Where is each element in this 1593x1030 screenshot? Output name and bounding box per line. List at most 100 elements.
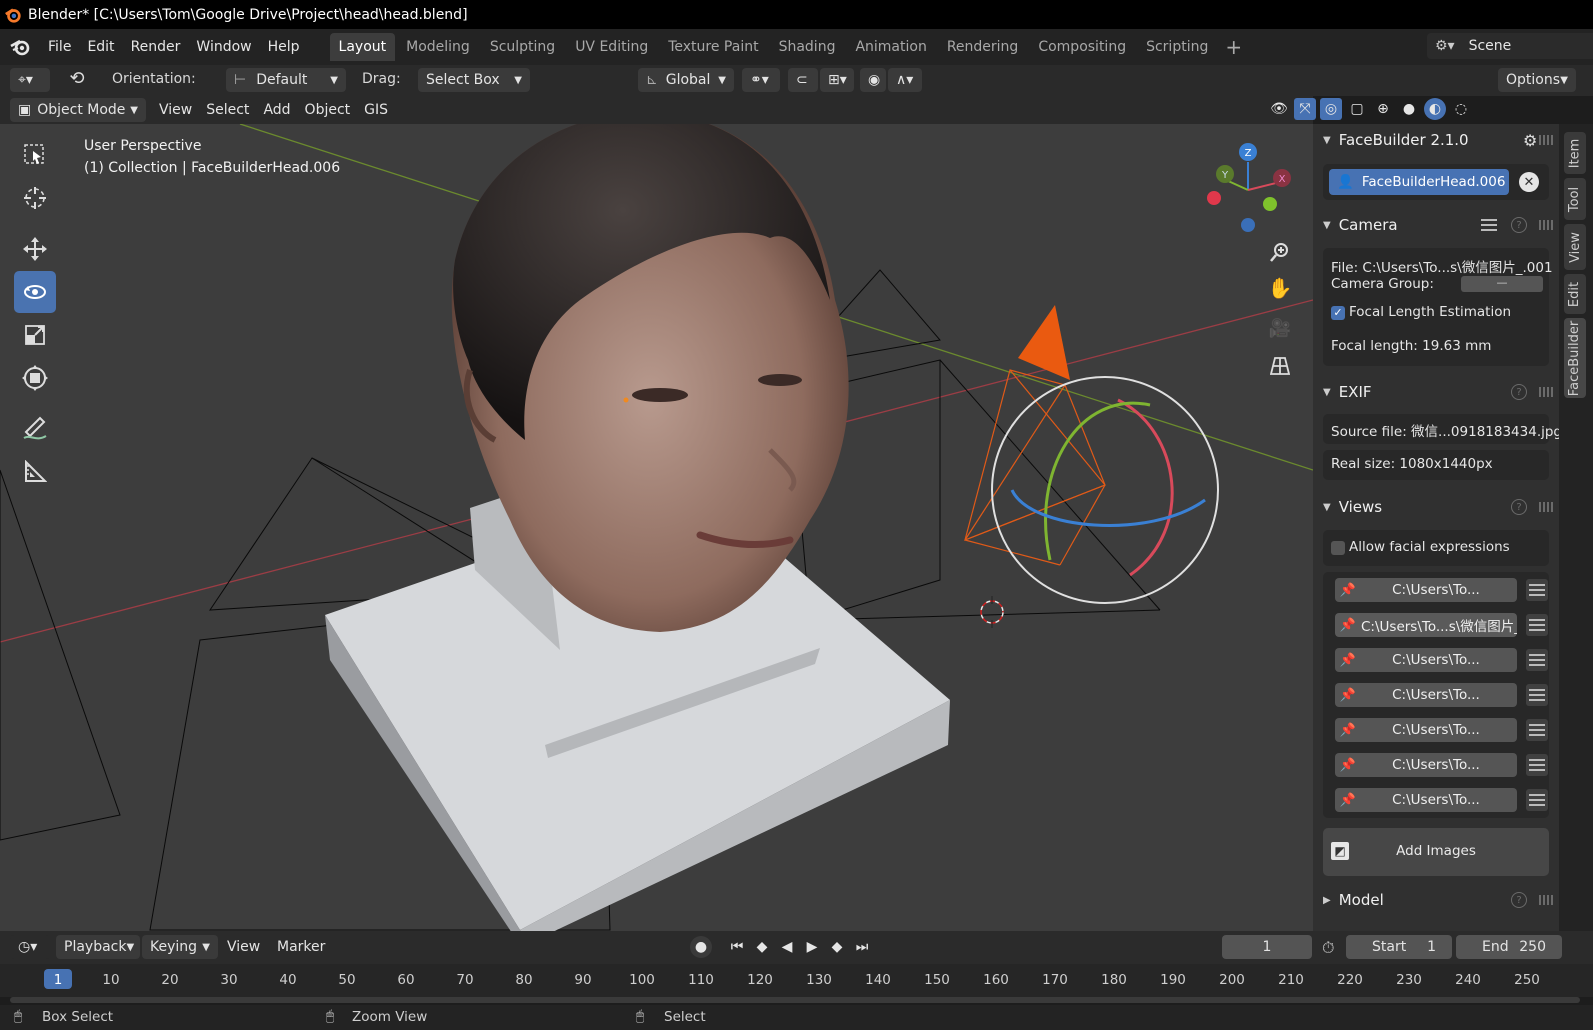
menu-select[interactable]: Select xyxy=(199,98,256,122)
camera-group-field[interactable]: — xyxy=(1461,276,1543,292)
stopwatch-icon[interactable]: ⏱ xyxy=(1322,938,1334,958)
focal-length-field[interactable]: Focal length: 19.63 mm xyxy=(1331,338,1491,354)
play-reverse-icon[interactable]: ◀ xyxy=(776,936,798,958)
menu-file[interactable]: File xyxy=(40,39,79,55)
view-menu-icon[interactable] xyxy=(1526,789,1548,811)
playback-menu[interactable]: Playback ▼ xyxy=(56,935,140,959)
tab-edit[interactable]: Edit xyxy=(1564,274,1586,314)
keying-menu[interactable]: Keying ▼ xyxy=(142,935,218,959)
drag-handle-icon[interactable] xyxy=(1539,220,1553,230)
perspective-grid-icon[interactable] xyxy=(1266,352,1294,380)
help-icon[interactable]: ? xyxy=(1511,217,1527,233)
3d-viewport[interactable]: Z Y X User Perspective (1) Collection | … xyxy=(0,124,1313,931)
menu-window[interactable]: Window xyxy=(188,39,259,55)
allow-expressions-checkbox[interactable] xyxy=(1331,541,1345,555)
tab-item[interactable]: Item xyxy=(1564,132,1586,174)
cursor-tool-icon[interactable] xyxy=(14,177,56,219)
view-menu-icon[interactable] xyxy=(1526,614,1548,636)
camera-view-icon[interactable]: 🎥 xyxy=(1266,314,1294,342)
tab-rendering[interactable]: Rendering xyxy=(938,33,1028,61)
next-keyframe-icon[interactable]: ◆ xyxy=(826,936,848,958)
snap-target-icon[interactable]: ⊞▾ xyxy=(820,68,854,92)
transform-tool-icon[interactable] xyxy=(14,357,56,399)
timeline-scrollbar[interactable] xyxy=(10,997,1580,1003)
tab-animation[interactable]: Animation xyxy=(846,33,935,61)
material-shading-icon[interactable]: ◐ xyxy=(1424,98,1446,120)
add-workspace-icon[interactable]: + xyxy=(1225,35,1242,59)
exif-panel-header[interactable]: ▼ EXIF ? xyxy=(1313,377,1559,407)
timeline-marker-menu[interactable]: Marker xyxy=(270,935,332,959)
drag-handle-icon[interactable] xyxy=(1539,135,1553,145)
options-dropdown[interactable]: Options ▼ xyxy=(1498,68,1576,92)
view-item[interactable]: 📌 C:\Users\To... xyxy=(1335,683,1517,707)
scale-tool-icon[interactable] xyxy=(14,314,56,356)
wireframe-shading-icon[interactable]: ⊕ xyxy=(1372,98,1394,120)
menu-gis[interactable]: GIS xyxy=(357,98,395,122)
blender-menu-icon[interactable] xyxy=(0,37,40,57)
tab-compositing[interactable]: Compositing xyxy=(1029,33,1135,61)
tab-modeling[interactable]: Modeling xyxy=(397,33,479,61)
view-menu-icon[interactable] xyxy=(1526,719,1548,741)
pivot-point-icon[interactable]: ⚭▾ xyxy=(742,68,780,92)
rotate-tool-icon[interactable] xyxy=(14,271,56,313)
view-menu-icon[interactable] xyxy=(1526,684,1548,706)
snap-toggle-icon[interactable]: ⊂ xyxy=(788,68,818,92)
tab-texture-paint[interactable]: Texture Paint xyxy=(659,33,767,61)
rendered-shading-icon[interactable]: ◌ xyxy=(1450,98,1472,120)
rotate-gizmo[interactable] xyxy=(991,376,1219,604)
help-icon[interactable]: ? xyxy=(1511,892,1527,908)
play-icon[interactable]: ▶ xyxy=(801,936,823,958)
annotate-tool-icon[interactable] xyxy=(14,408,56,450)
navigation-gizmo[interactable]: Z Y X xyxy=(1207,143,1291,232)
gear-icon[interactable]: ⚙ xyxy=(1523,131,1537,150)
pan-hand-icon[interactable]: ✋ xyxy=(1266,274,1294,302)
camera-panel-header[interactable]: ▼ Camera ? xyxy=(1313,210,1559,240)
visibility-eye-icon[interactable]: 👁 xyxy=(1268,98,1290,120)
solid-shading-icon[interactable]: ● xyxy=(1398,98,1420,120)
view-item[interactable]: 📌 C:\Users\To... xyxy=(1335,788,1517,812)
proportional-edit-icon[interactable]: ◉ xyxy=(860,68,886,92)
add-images-button[interactable]: ◩ Add Images xyxy=(1323,828,1549,876)
tab-sculpting[interactable]: Sculpting xyxy=(481,33,564,61)
view-item[interactable]: 📌 C:\Users\To... xyxy=(1335,648,1517,672)
tab-facebuilder[interactable]: FaceBuilder xyxy=(1564,318,1586,398)
drag-handle-icon[interactable] xyxy=(1539,895,1553,905)
facebuilder-panel-header[interactable]: ▼ FaceBuilder 2.1.0 ⚙ xyxy=(1313,125,1559,155)
prev-keyframe-icon[interactable]: ◆ xyxy=(751,936,773,958)
zoom-icon[interactable] xyxy=(1266,238,1294,266)
view-menu-icon[interactable] xyxy=(1526,579,1548,601)
jump-end-icon[interactable]: ⏭ xyxy=(851,936,873,958)
tab-uv-editing[interactable]: UV Editing xyxy=(566,33,657,61)
tab-tool[interactable]: Tool xyxy=(1564,178,1586,220)
measure-tool-icon[interactable] xyxy=(14,451,56,493)
timeline-editor-icon[interactable]: ◷▾ xyxy=(10,935,50,959)
overlay-toggle-icon[interactable]: ◎ xyxy=(1320,98,1342,120)
editor-type-icon[interactable]: ⌖▾ xyxy=(10,68,50,92)
xray-icon[interactable]: ▢ xyxy=(1346,98,1368,120)
end-frame-field[interactable]: End 250 xyxy=(1456,935,1562,959)
menu-object[interactable]: Object xyxy=(298,98,358,122)
drag-handle-icon[interactable] xyxy=(1539,502,1553,512)
head-select-button[interactable]: 👤 FaceBuilderHead.006 xyxy=(1329,169,1509,195)
help-icon[interactable]: ? xyxy=(1511,384,1527,400)
falloff-icon[interactable]: ∧▾ xyxy=(888,68,922,92)
drag-dropdown[interactable]: Select Box ▼ xyxy=(418,68,530,92)
tab-scripting[interactable]: Scripting xyxy=(1137,33,1217,61)
view-item[interactable]: 📌 C:\Users\To... xyxy=(1335,718,1517,742)
model-panel-header[interactable]: ▶ Model ? xyxy=(1313,885,1559,915)
tab-view[interactable]: View xyxy=(1564,224,1586,270)
menu-help[interactable]: Help xyxy=(260,39,308,55)
start-frame-field[interactable]: Start 1 xyxy=(1346,935,1452,959)
current-frame-field[interactable]: 1 xyxy=(1222,935,1312,959)
scene-selector[interactable]: ⚙▾ Scene xyxy=(1427,33,1593,59)
tab-shading[interactable]: Shading xyxy=(770,33,845,61)
view-menu-icon[interactable] xyxy=(1526,754,1548,776)
transform-orientation-dropdown[interactable]: ⊾ Global ▼ xyxy=(638,68,734,92)
close-head-icon[interactable]: ✕ xyxy=(1519,172,1539,192)
view-menu-icon[interactable] xyxy=(1526,649,1548,671)
move-tool-icon[interactable] xyxy=(14,228,56,270)
view-item[interactable]: 📌 C:\Users\To... xyxy=(1335,578,1517,602)
menu-add[interactable]: Add xyxy=(256,98,297,122)
menu-render[interactable]: Render xyxy=(123,39,189,55)
view-item[interactable]: 📌 C:\Users\To...s\微信图片_ xyxy=(1335,613,1517,637)
